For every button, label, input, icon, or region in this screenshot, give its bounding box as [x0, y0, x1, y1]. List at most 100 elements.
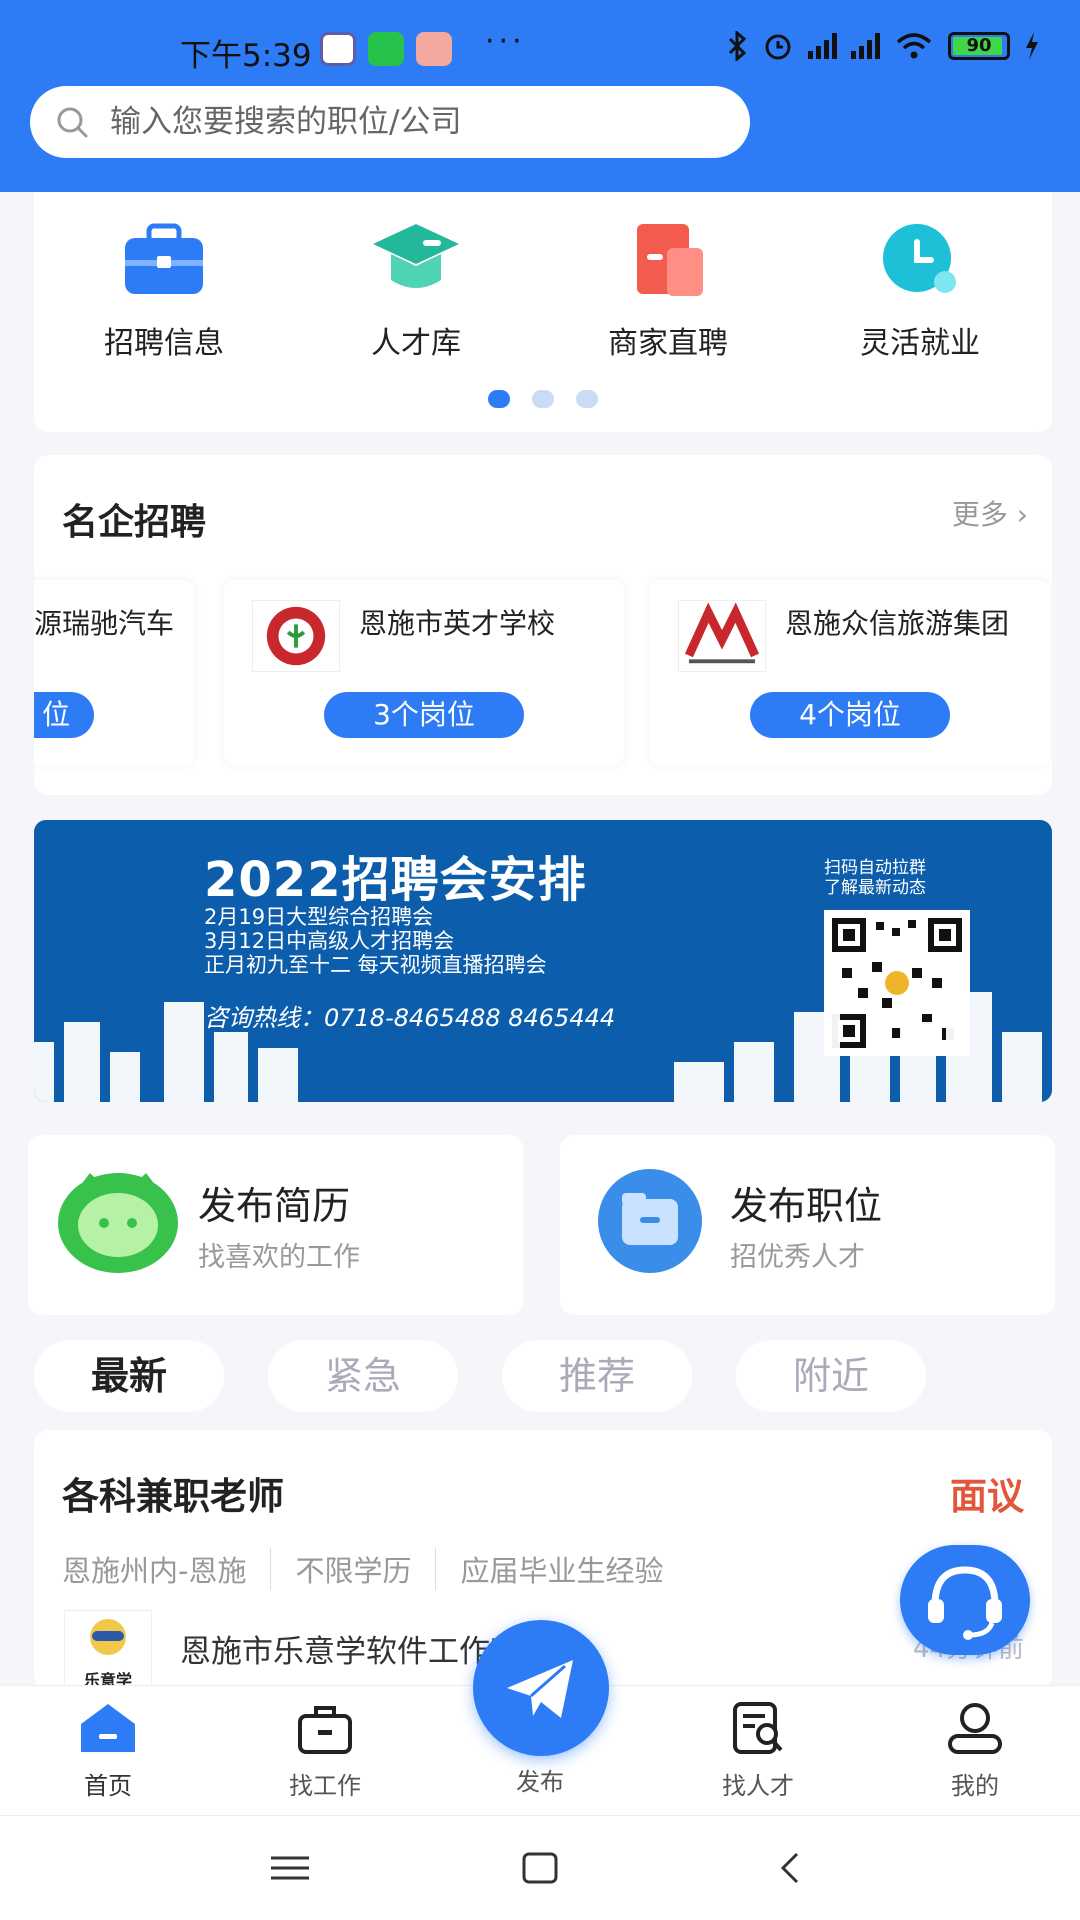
system-status-icons: 90: [726, 30, 1040, 62]
nav-label: 首页: [84, 1772, 132, 1800]
nav-label: 找人才: [722, 1772, 794, 1800]
category-flexible-work[interactable]: 灵活就业: [820, 220, 1020, 362]
category-label: 灵活就业: [860, 326, 980, 361]
action-subtitle: 招优秀人才: [730, 1242, 865, 1273]
qr-caption: 扫码自动拉群 了解最新动态: [824, 858, 926, 898]
folder-icon: [598, 1169, 702, 1273]
qr-caption-line: 了解最新动态: [824, 878, 926, 898]
pager-dot: [576, 390, 598, 408]
signal-2-icon: [851, 33, 880, 59]
tab-nearby[interactable]: 附近: [736, 1340, 926, 1412]
category-recruitment[interactable]: 招聘信息: [64, 220, 264, 362]
status-time: 下午5:39: [180, 38, 312, 74]
category-talent-pool[interactable]: 人才库: [316, 220, 516, 362]
user-icon: [948, 1703, 1002, 1754]
job-fair-banner[interactable]: 2022招聘会安排 2月19日大型综合招聘会 3月12日中高级人才招聘会 正月初…: [34, 820, 1052, 1102]
job-company: 恩施市乐意学软件工作室: [180, 1634, 521, 1670]
app-header: 下午5:39 ··· 90: [0, 0, 1080, 192]
notification-icons: [320, 32, 452, 66]
tab-latest[interactable]: 最新: [34, 1340, 224, 1412]
pager-dot: [532, 390, 554, 408]
battery-icon: 90: [948, 32, 1010, 60]
pager-dot: [488, 390, 510, 408]
city-skyline-illustration: [34, 992, 1042, 1102]
positions-button[interactable]: 3个岗位: [324, 692, 524, 738]
action-title: 发布简历: [198, 1184, 351, 1228]
more-notifications-icon: ···: [485, 24, 526, 59]
category-label: 人才库: [371, 326, 461, 361]
post-job-card[interactable]: 发布职位 招优秀人才: [560, 1135, 1055, 1315]
category-card: 招聘信息 人才库 商家直聘 灵活就业: [34, 192, 1052, 432]
job-salary: 面议: [950, 1475, 1024, 1518]
graduation-cap-icon: [373, 224, 459, 288]
company-logo: [252, 600, 340, 672]
more-label: 更多: [951, 498, 1008, 531]
home-icon: [81, 1704, 135, 1752]
famous-companies-section: 名企招聘 更多 › 源瑞驰汽车 位 恩施市英才学校 3个岗位 恩施众信旅游集团 …: [34, 455, 1052, 795]
talent-search-icon: [733, 1702, 783, 1754]
briefcase-outline-icon: [298, 1706, 352, 1754]
nav-post-label[interactable]: 发布: [465, 1762, 615, 1797]
nav-home[interactable]: 首页: [33, 1700, 183, 1801]
company-logo: 乐意学: [64, 1610, 152, 1690]
bluetooth-icon: [728, 31, 747, 61]
nav-find-talent[interactable]: 找人才: [683, 1700, 833, 1801]
company-card[interactable]: 源瑞驰汽车 位: [34, 580, 194, 765]
tab-urgent[interactable]: 紧急: [268, 1340, 458, 1412]
positions-button[interactable]: 位: [34, 692, 94, 738]
signal-1-icon: [808, 33, 837, 59]
job-location: 恩施州内-恩施: [62, 1554, 247, 1588]
alarm-icon: [765, 34, 791, 60]
app-notification-icon: [320, 32, 356, 66]
banner-line: 3月12日中高级人才招聘会: [204, 929, 455, 953]
category-merchant-hiring[interactable]: 商家直聘: [568, 220, 768, 362]
category-label: 商家直聘: [608, 326, 728, 361]
company-card[interactable]: 恩施市英才学校 3个岗位: [224, 580, 624, 765]
more-link[interactable]: 更多 ›: [952, 493, 1028, 533]
category-label: 招聘信息: [104, 326, 224, 361]
system-navigation-bar: [0, 1815, 1080, 1920]
company-logo: [678, 600, 766, 672]
nav-label: 找工作: [289, 1772, 361, 1800]
company-carousel[interactable]: 源瑞驰汽车 位 恩施市英才学校 3个岗位 恩施众信旅游集团 4个岗位: [34, 580, 1052, 765]
tab-recommended[interactable]: 推荐: [502, 1340, 692, 1412]
company-name: 源瑞驰汽车: [34, 607, 175, 640]
briefcase-icon: [125, 223, 203, 294]
mascot-icon: [90, 1619, 126, 1655]
post-button[interactable]: [473, 1620, 609, 1756]
post-resume-card[interactable]: 发布简历 找喜欢的工作: [28, 1135, 523, 1315]
search-icon: [57, 107, 88, 138]
banner-line: 正月初九至十二 每天视频直播招聘会: [204, 953, 547, 977]
phone-notification-icon: [368, 32, 404, 66]
job-title: 各科兼职老师: [62, 1475, 284, 1518]
shop-icon: [637, 224, 703, 296]
job-education: 不限学历: [270, 1548, 411, 1590]
company-name: 恩施市英才学校: [359, 607, 556, 640]
action-subtitle: 找喜欢的工作: [198, 1242, 360, 1273]
company-card[interactable]: 恩施众信旅游集团 4个岗位: [650, 580, 1050, 765]
company-name: 恩施众信旅游集团: [785, 607, 1010, 640]
status-bar: 下午5:39 ··· 90: [0, 24, 1080, 74]
job-experience: 应届毕业生经验: [435, 1548, 664, 1590]
charging-icon: [1026, 32, 1038, 60]
menu-icon[interactable]: [265, 1848, 315, 1888]
search-bar[interactable]: [30, 86, 750, 158]
battery-level: 90: [966, 35, 992, 56]
back-icon[interactable]: [765, 1848, 815, 1888]
wifi-icon: [896, 33, 932, 59]
job-tags: 恩施州内-恩施 不限学历 应届毕业生经验: [62, 1548, 664, 1590]
customer-service-button[interactable]: [900, 1545, 1030, 1655]
home-square-icon[interactable]: [515, 1848, 565, 1888]
category-pager: [34, 390, 1052, 408]
banner-schedule: 2月19日大型综合招聘会 3月12日中高级人才招聘会 正月初九至十二 每天视频直…: [204, 905, 547, 977]
game-notification-icon: [416, 32, 452, 66]
action-title: 发布职位: [730, 1184, 883, 1228]
nav-find-job[interactable]: 找工作: [250, 1700, 400, 1801]
nav-mine[interactable]: 我的: [900, 1700, 1050, 1801]
section-title: 名企招聘: [62, 502, 207, 543]
nav-label: 我的: [951, 1772, 999, 1800]
positions-button[interactable]: 4个岗位: [750, 692, 950, 738]
search-input[interactable]: [110, 104, 710, 140]
paper-plane-icon: [507, 1660, 573, 1718]
headset-icon: [928, 1566, 1002, 1640]
